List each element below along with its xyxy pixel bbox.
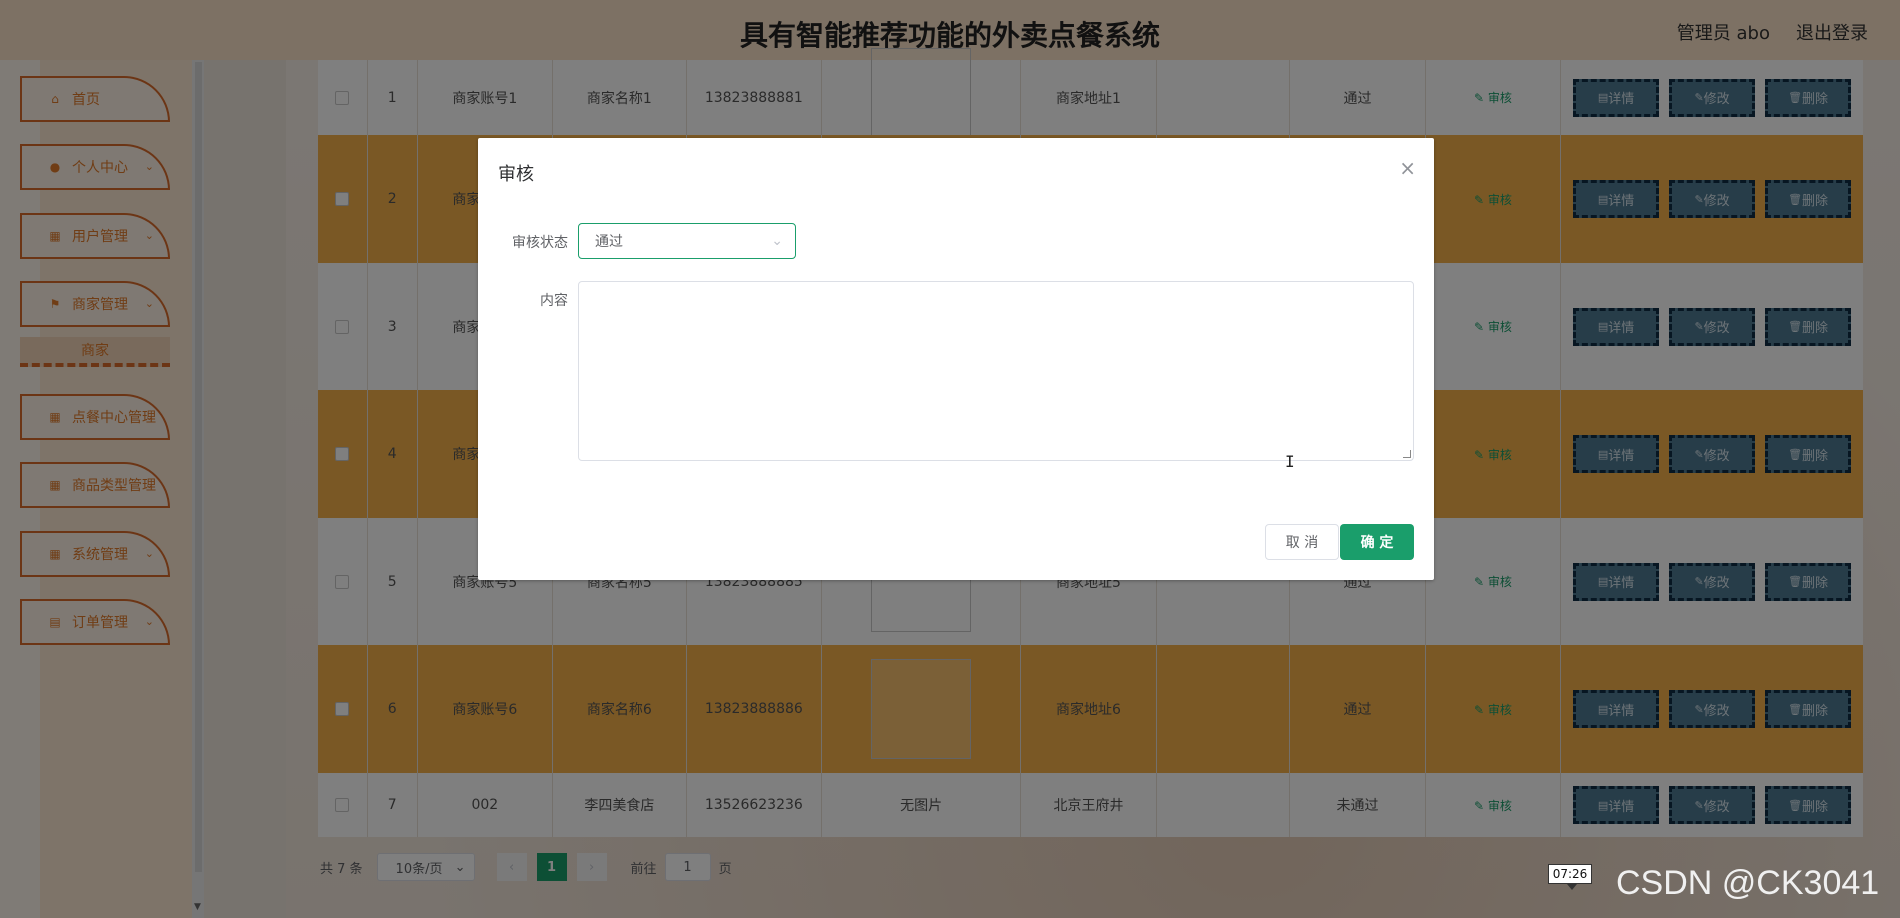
confirm-button[interactable]: 确 定 <box>1340 524 1414 560</box>
audit-status-value: 通过 <box>595 234 623 250</box>
content-label: 内容 <box>540 293 568 309</box>
cancel-button[interactable]: 取 消 <box>1265 524 1339 560</box>
audit-status-select[interactable]: 通过 ⌄ <box>578 223 796 259</box>
resize-handle-icon[interactable] <box>1403 450 1411 458</box>
text-cursor-icon: I <box>1285 452 1295 471</box>
time-badge: 07:26 <box>1548 864 1592 890</box>
audit-status-label: 审核状态 <box>512 235 568 251</box>
close-icon[interactable]: × <box>1399 156 1416 180</box>
watermark: CSDN @CK3041 <box>1616 864 1880 902</box>
dialog-title: 审核 <box>498 164 534 185</box>
chevron-down-icon: ⌄ <box>771 233 783 249</box>
content-textarea[interactable] <box>578 281 1414 461</box>
audit-dialog: 审核 × 审核状态 通过 ⌄ 内容 取 消 确 定 <box>478 138 1434 580</box>
